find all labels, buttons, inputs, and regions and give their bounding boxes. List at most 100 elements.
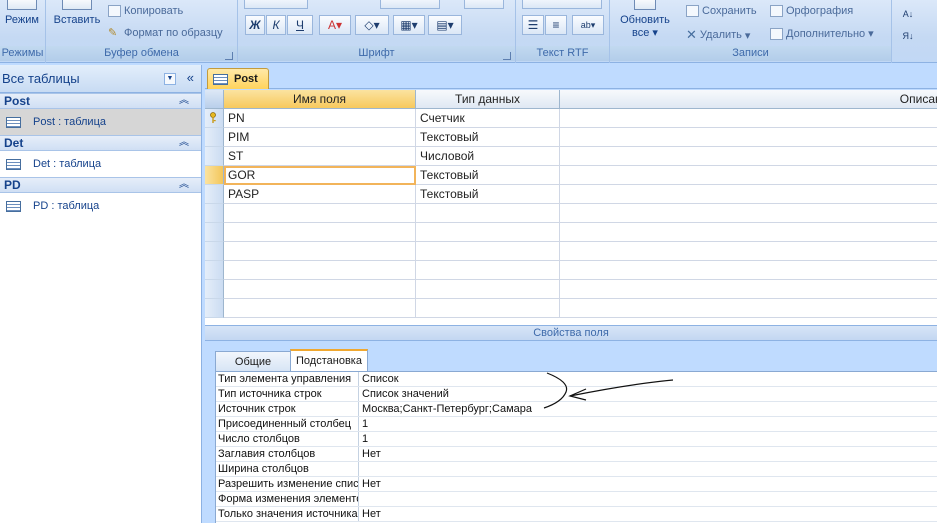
property-value[interactable]: 1 xyxy=(359,432,937,446)
field-name-cell[interactable]: ST xyxy=(224,147,416,166)
row-selector[interactable] xyxy=(205,242,224,261)
description-cell[interactable] xyxy=(560,128,937,147)
nav-group-det[interactable]: Det ︽ xyxy=(0,135,201,151)
italic-button[interactable]: К xyxy=(266,15,286,35)
paste-button[interactable]: Вставить xyxy=(52,0,102,26)
tab-lookup[interactable]: Подстановка xyxy=(290,349,368,372)
data-type-cell[interactable]: Текстовый xyxy=(416,185,560,204)
description-cell[interactable] xyxy=(560,109,937,128)
table-row[interactable]: ST Числовой xyxy=(205,147,937,166)
description-cell[interactable] xyxy=(560,185,937,204)
more-button[interactable]: Дополнительно ▾ xyxy=(770,27,874,40)
row-selector[interactable] xyxy=(205,185,224,204)
delete-record-button[interactable]: ✕ Удалить ▾ xyxy=(686,27,750,43)
field-name-cell[interactable] xyxy=(224,242,416,261)
row-selector[interactable] xyxy=(205,261,224,280)
underline-button[interactable]: Ч xyxy=(287,15,313,35)
row-selector[interactable] xyxy=(205,204,224,223)
fill-color-button[interactable]: ◇▾ xyxy=(355,15,389,35)
description-cell[interactable] xyxy=(560,299,937,318)
data-type-cell[interactable] xyxy=(416,261,560,280)
description-cell[interactable] xyxy=(560,280,937,299)
row-selector[interactable] xyxy=(205,299,224,318)
nav-header[interactable]: Все таблицы ▼ « xyxy=(0,65,201,93)
data-type-cell[interactable] xyxy=(416,242,560,261)
data-type-cell[interactable] xyxy=(416,204,560,223)
table-row[interactable] xyxy=(205,223,937,242)
property-row[interactable]: Заглавия столбцов Нет xyxy=(216,447,937,462)
data-type-cell[interactable] xyxy=(416,280,560,299)
save-record-button[interactable]: Сохранить xyxy=(686,5,757,17)
property-value[interactable] xyxy=(359,462,937,476)
table-row[interactable]: PASP Текстовый xyxy=(205,185,937,204)
bold-button[interactable]: Ж xyxy=(245,15,265,35)
document-tab-post[interactable]: Post xyxy=(207,68,269,89)
property-row[interactable]: Число столбцов 1 xyxy=(216,432,937,447)
field-name-cell[interactable]: PIM xyxy=(224,128,416,147)
nav-group-post[interactable]: Post ︽ xyxy=(0,93,201,109)
nav-collapse-icon[interactable]: « xyxy=(187,70,194,85)
rtf-top-buttons[interactable] xyxy=(522,0,602,9)
refresh-all-button[interactable]: Обновить все ▾ xyxy=(616,0,674,39)
description-cell[interactable] xyxy=(560,242,937,261)
data-type-cell[interactable]: Числовой xyxy=(416,147,560,166)
description-cell[interactable] xyxy=(560,261,937,280)
view-mode-button[interactable]: Режим xyxy=(2,0,42,26)
tab-general[interactable]: Общие xyxy=(215,351,291,372)
nav-item-post-table[interactable]: Post : таблица xyxy=(0,109,201,135)
data-type-cell[interactable]: Текстовый xyxy=(416,166,560,185)
bullets-button[interactable]: ☰ xyxy=(522,15,544,35)
table-row[interactable] xyxy=(205,280,937,299)
row-selector[interactable] xyxy=(205,166,224,185)
row-selector[interactable] xyxy=(205,280,224,299)
spelling-button[interactable]: Орфография xyxy=(770,5,853,17)
nav-item-det-table[interactable]: Det : таблица xyxy=(0,151,201,177)
nav-item-pd-table[interactable]: PD : таблица xyxy=(0,193,201,219)
font-launcher-icon[interactable] xyxy=(503,52,511,60)
field-name-cell[interactable]: PASP xyxy=(224,185,416,204)
property-row[interactable]: Разрешить изменение списка Нет xyxy=(216,477,937,492)
clipboard-launcher-icon[interactable] xyxy=(225,52,233,60)
format-painter-button[interactable]: ✎ Формат по образцу xyxy=(108,27,223,39)
property-row[interactable]: Ширина столбцов xyxy=(216,462,937,477)
data-type-cell[interactable]: Счетчик xyxy=(416,109,560,128)
field-name-cell[interactable]: GOR xyxy=(224,166,416,185)
table-row[interactable]: PN Счетчик xyxy=(205,109,937,128)
column-header-data-type[interactable]: Тип данных xyxy=(416,90,560,109)
table-row[interactable] xyxy=(205,204,937,223)
description-cell[interactable] xyxy=(560,166,937,185)
numbering-button[interactable]: ≡ xyxy=(545,15,567,35)
property-value[interactable]: Нет xyxy=(359,507,937,521)
font-color-button[interactable]: A▾ xyxy=(319,15,351,35)
property-row[interactable]: Только значения источника строкНет xyxy=(216,507,937,522)
data-type-cell[interactable]: Текстовый xyxy=(416,128,560,147)
grid-corner[interactable] xyxy=(205,90,224,109)
row-selector[interactable] xyxy=(205,223,224,242)
field-name-cell[interactable] xyxy=(224,280,416,299)
field-name-cell[interactable] xyxy=(224,204,416,223)
font-size-box[interactable] xyxy=(380,0,440,9)
data-type-cell[interactable] xyxy=(416,299,560,318)
field-name-cell[interactable]: PN xyxy=(224,109,416,128)
field-name-cell[interactable] xyxy=(224,299,416,318)
column-header-field-name[interactable]: Имя поля xyxy=(224,90,416,109)
table-row[interactable]: PIM Текстовый xyxy=(205,128,937,147)
highlight-button[interactable]: ab▾ xyxy=(572,15,604,35)
align-buttons[interactable] xyxy=(464,0,504,9)
description-cell[interactable] xyxy=(560,223,937,242)
gridlines-button[interactable]: ▦▾ xyxy=(393,15,425,35)
sort-asc-button[interactable]: A↓ xyxy=(898,4,918,24)
description-cell[interactable] xyxy=(560,147,937,166)
property-value[interactable]: 1 xyxy=(359,417,937,431)
table-row[interactable] xyxy=(205,242,937,261)
alt-fill-button[interactable]: ▤▾ xyxy=(428,15,462,35)
row-selector[interactable] xyxy=(205,109,224,128)
row-selector[interactable] xyxy=(205,128,224,147)
property-value[interactable] xyxy=(359,492,937,506)
nav-dropdown-icon[interactable]: ▼ xyxy=(164,73,176,85)
table-row[interactable] xyxy=(205,261,937,280)
property-value[interactable]: Нет xyxy=(359,477,937,491)
column-header-description[interactable]: Описание xyxy=(560,90,937,109)
font-name-box[interactable] xyxy=(244,0,308,9)
table-row[interactable] xyxy=(205,299,937,318)
